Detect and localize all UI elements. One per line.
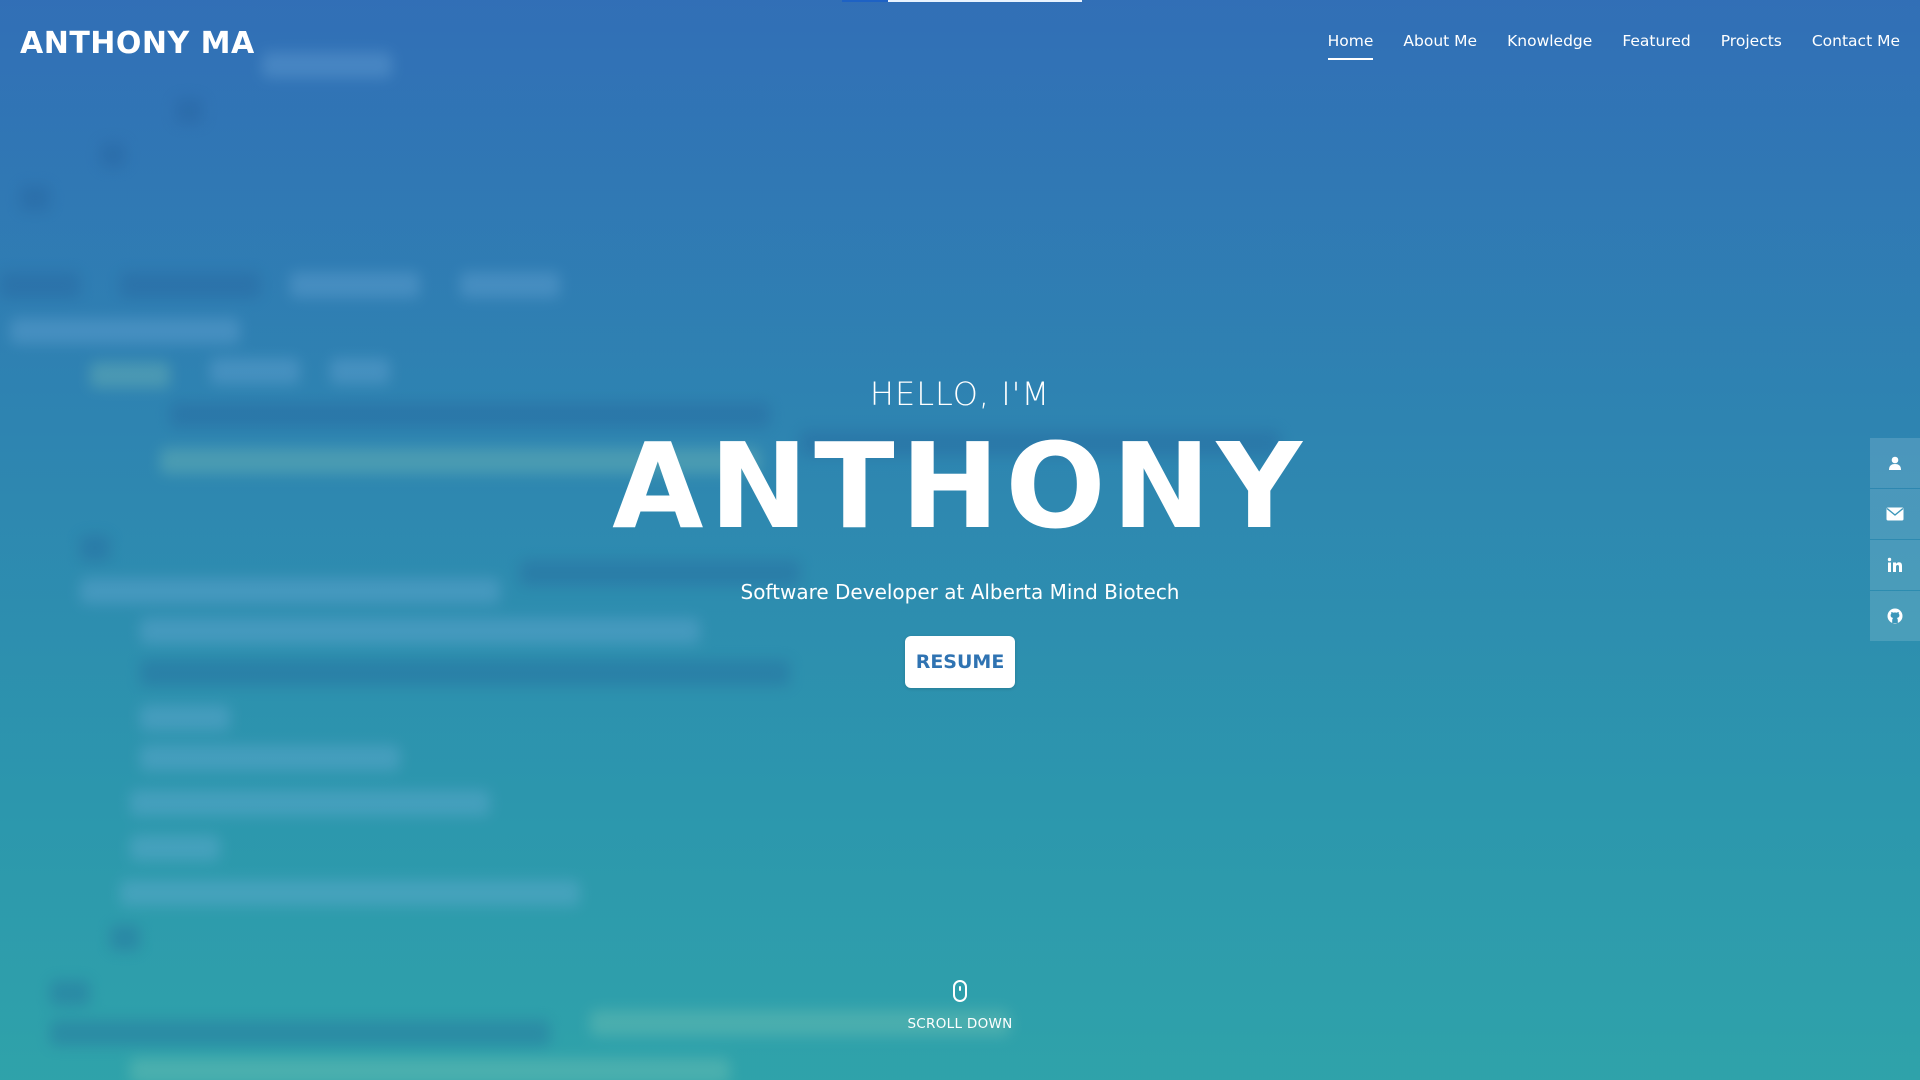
resume-button[interactable]: RESUME xyxy=(904,636,1016,688)
nav-link-home[interactable]: Home xyxy=(1327,32,1374,60)
social-profile-button[interactable] xyxy=(1870,438,1920,488)
hero-section: HELLO, I'M ANTHONY Software Developer at… xyxy=(0,372,1920,688)
social-linkedin-button[interactable] xyxy=(1870,540,1920,590)
scroll-down-label: SCROLL DOWN xyxy=(907,1016,1013,1032)
hero-tagline: Software Developer at Alberta Mind Biote… xyxy=(740,580,1180,604)
nav-link-about-me[interactable]: About Me xyxy=(1403,32,1477,60)
user-icon xyxy=(1887,455,1903,471)
mouse-icon xyxy=(953,980,967,1002)
nav-link-knowledge[interactable]: Knowledge xyxy=(1507,32,1592,60)
social-email-button[interactable] xyxy=(1870,489,1920,539)
scroll-down-indicator[interactable]: SCROLL DOWN xyxy=(0,980,1920,1032)
nav-link-featured[interactable]: Featured xyxy=(1622,32,1690,60)
social-github-button[interactable] xyxy=(1870,591,1920,641)
linkedin-icon xyxy=(1887,557,1903,573)
page: ANTHONY MA Home About Me Knowledge Featu… xyxy=(0,0,1920,1080)
nav-link-contact-me[interactable]: Contact Me xyxy=(1812,32,1900,60)
hero-name: ANTHONY xyxy=(612,417,1308,555)
side-social-bar xyxy=(1870,438,1920,642)
hero-greeting: HELLO, I'M xyxy=(869,375,1051,413)
nav-link-projects[interactable]: Projects xyxy=(1721,32,1782,60)
main-navigation: Home About Me Knowledge Featured Project… xyxy=(1298,32,1900,60)
site-brand-logo[interactable]: ANTHONY MA xyxy=(20,26,255,61)
envelope-icon xyxy=(1886,507,1904,521)
github-icon xyxy=(1887,608,1903,624)
page-load-progress-bar xyxy=(842,0,1082,2)
